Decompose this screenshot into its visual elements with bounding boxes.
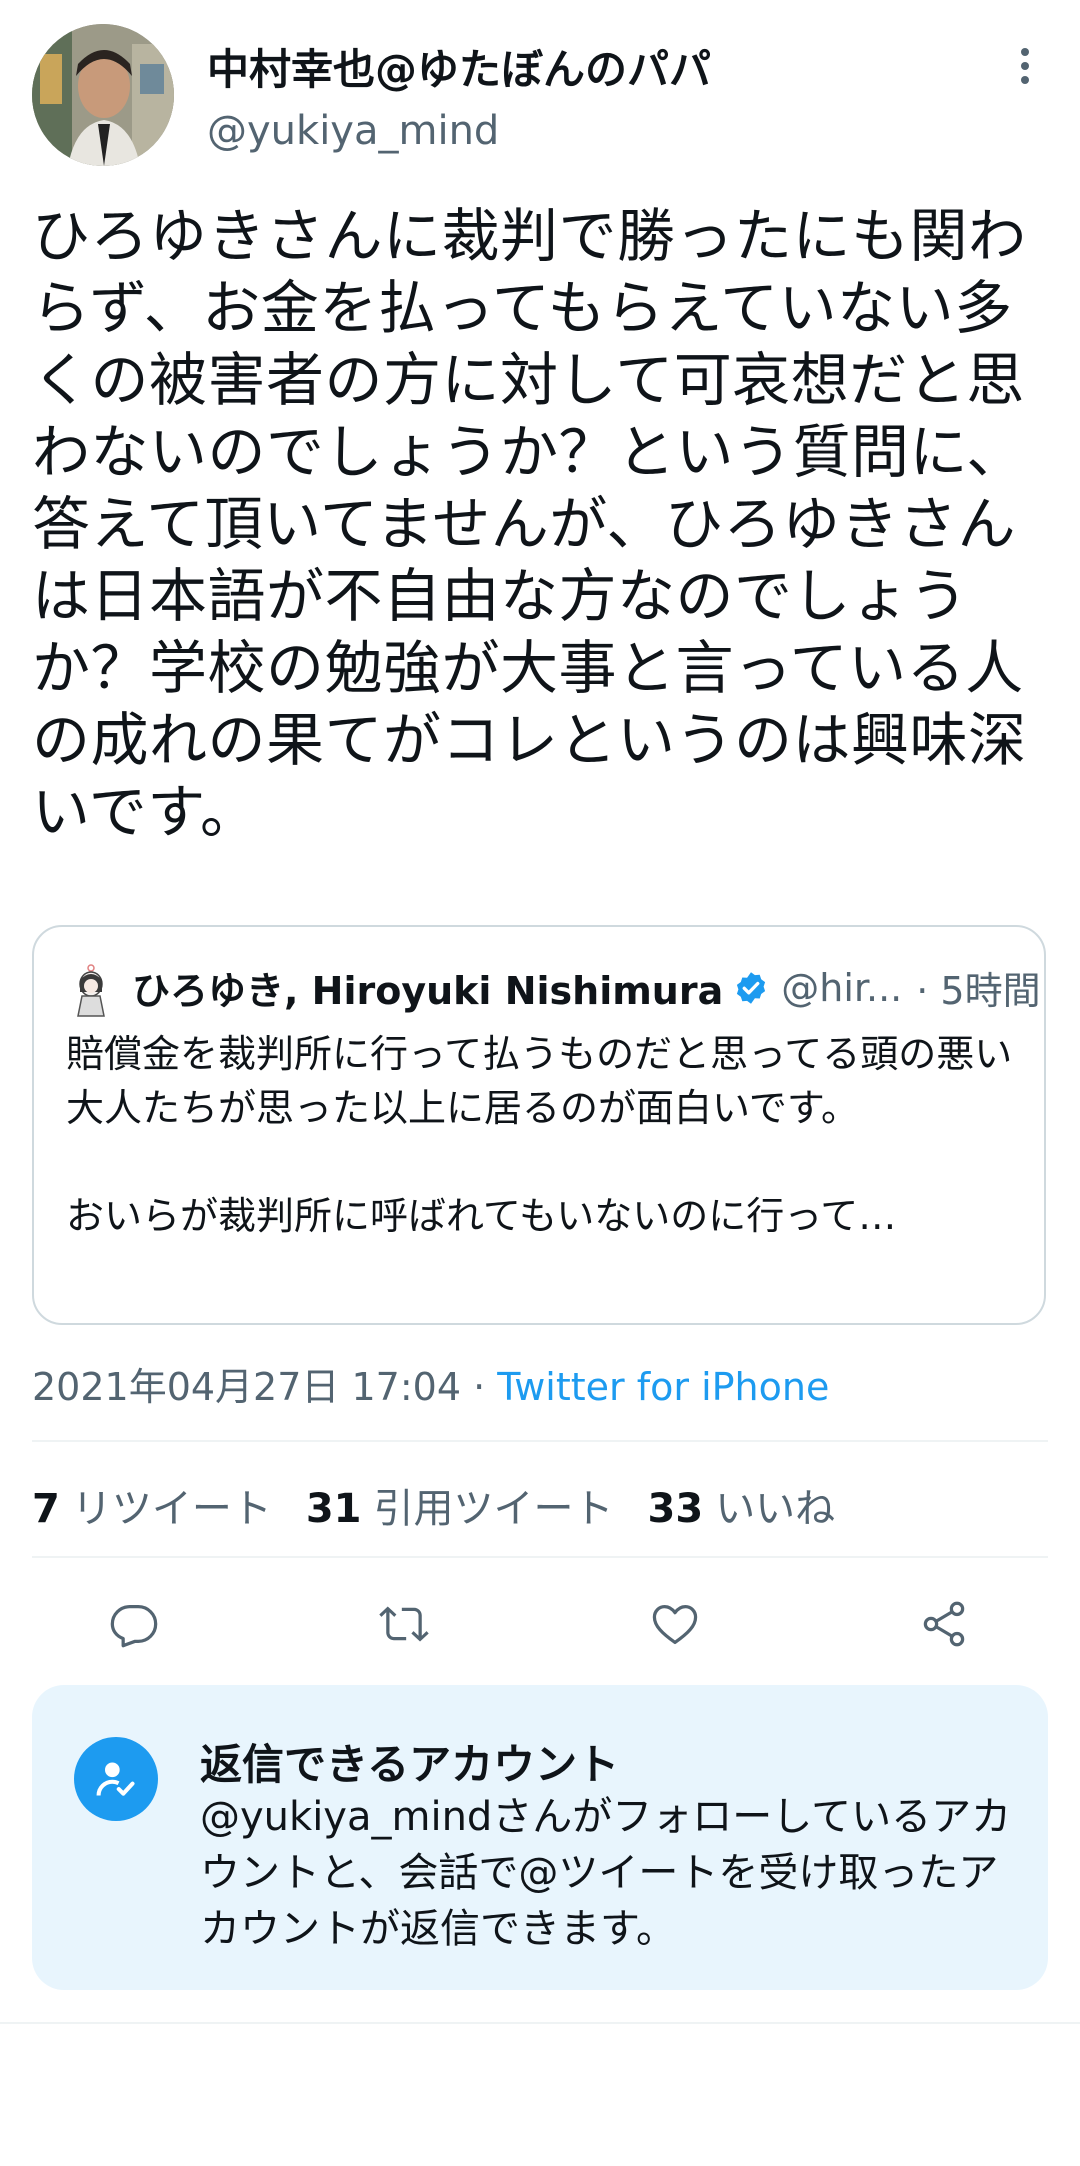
quoted-author-name: ひろゆき, Hiroyuki Nishimura (132, 969, 724, 1013)
quotes-count: 31 (305, 1486, 362, 1532)
retweets-stat[interactable]: 7 リツイート (32, 1476, 272, 1534)
likes-count: 33 (647, 1486, 704, 1532)
likes-stat[interactable]: 33 いいね (648, 1476, 836, 1534)
retweets-count: 7 (32, 1486, 60, 1532)
author-handle[interactable]: @yukiya_mind (207, 108, 499, 154)
author-avatar[interactable] (32, 24, 174, 166)
reply-restriction-title: 返信できるアカウント (200, 1740, 620, 1789)
reply-restriction-notice: 返信できるアカウント @yukiya_mindさんがフォローしているアカウントと… (32, 1685, 1048, 1990)
reply-restriction-description: @yukiya_mindさんがフォローしているアカウントと、会話で@ツイートを受… (200, 1794, 1012, 1952)
more-vertical-icon (1021, 48, 1029, 84)
reply-button[interactable] (104, 1594, 164, 1654)
quoted-author-handle: @hir... (781, 965, 903, 1010)
share-icon (923, 1601, 965, 1647)
quoted-author-avatar (77, 964, 105, 1017)
quoted-tweet-text: 賠償金を裁判所に行って払うものだと思ってる頭の悪い大人たちが思った以上に居るのが… (66, 1032, 1013, 1238)
quotes-label: 引用ツイート (373, 1486, 614, 1532)
like-icon (652, 1605, 698, 1645)
tweet-text: ひろゆきさんに裁判で勝ったにも関わらず、お金を払ってもらえていない多くの被害者の… (32, 202, 1027, 846)
verified-badge-icon (733, 970, 769, 1006)
more-options-button[interactable] (1000, 44, 1050, 88)
divider (32, 1440, 1048, 1442)
reply-restriction-icon (74, 1737, 158, 1821)
reply-icon (110, 1605, 158, 1648)
tweet-meta: 2021年04月27日 17:04 · Twitter for iPhone (32, 1356, 829, 1411)
retweet-icon (379, 1606, 429, 1642)
author-display-name[interactable]: 中村幸也@ゆたぼんのパパ (207, 36, 711, 97)
quoted-tweet-time: · 5時間 (916, 969, 1041, 1013)
meta-separator: · (473, 1365, 486, 1409)
tweet-source-link[interactable]: Twitter for iPhone (497, 1365, 829, 1409)
likes-label: いいね (715, 1486, 836, 1532)
divider (32, 1556, 1048, 1558)
like-button[interactable] (645, 1594, 705, 1654)
retweet-button[interactable] (374, 1594, 434, 1654)
divider (0, 2022, 1080, 2024)
share-button[interactable] (914, 1594, 974, 1654)
tweet-timestamp[interactable]: 2021年04月27日 17:04 (32, 1365, 461, 1409)
tweet-stats: 7 リツイート 31 引用ツイート 33 いいね (32, 1476, 869, 1534)
quotes-stat[interactable]: 31 引用ツイート (306, 1476, 614, 1534)
quoted-tweet-card[interactable]: ひろゆき, Hiroyuki Nishimura @hir... · 5時間 賠… (32, 925, 1046, 1325)
retweets-label: リツイート (71, 1486, 272, 1532)
